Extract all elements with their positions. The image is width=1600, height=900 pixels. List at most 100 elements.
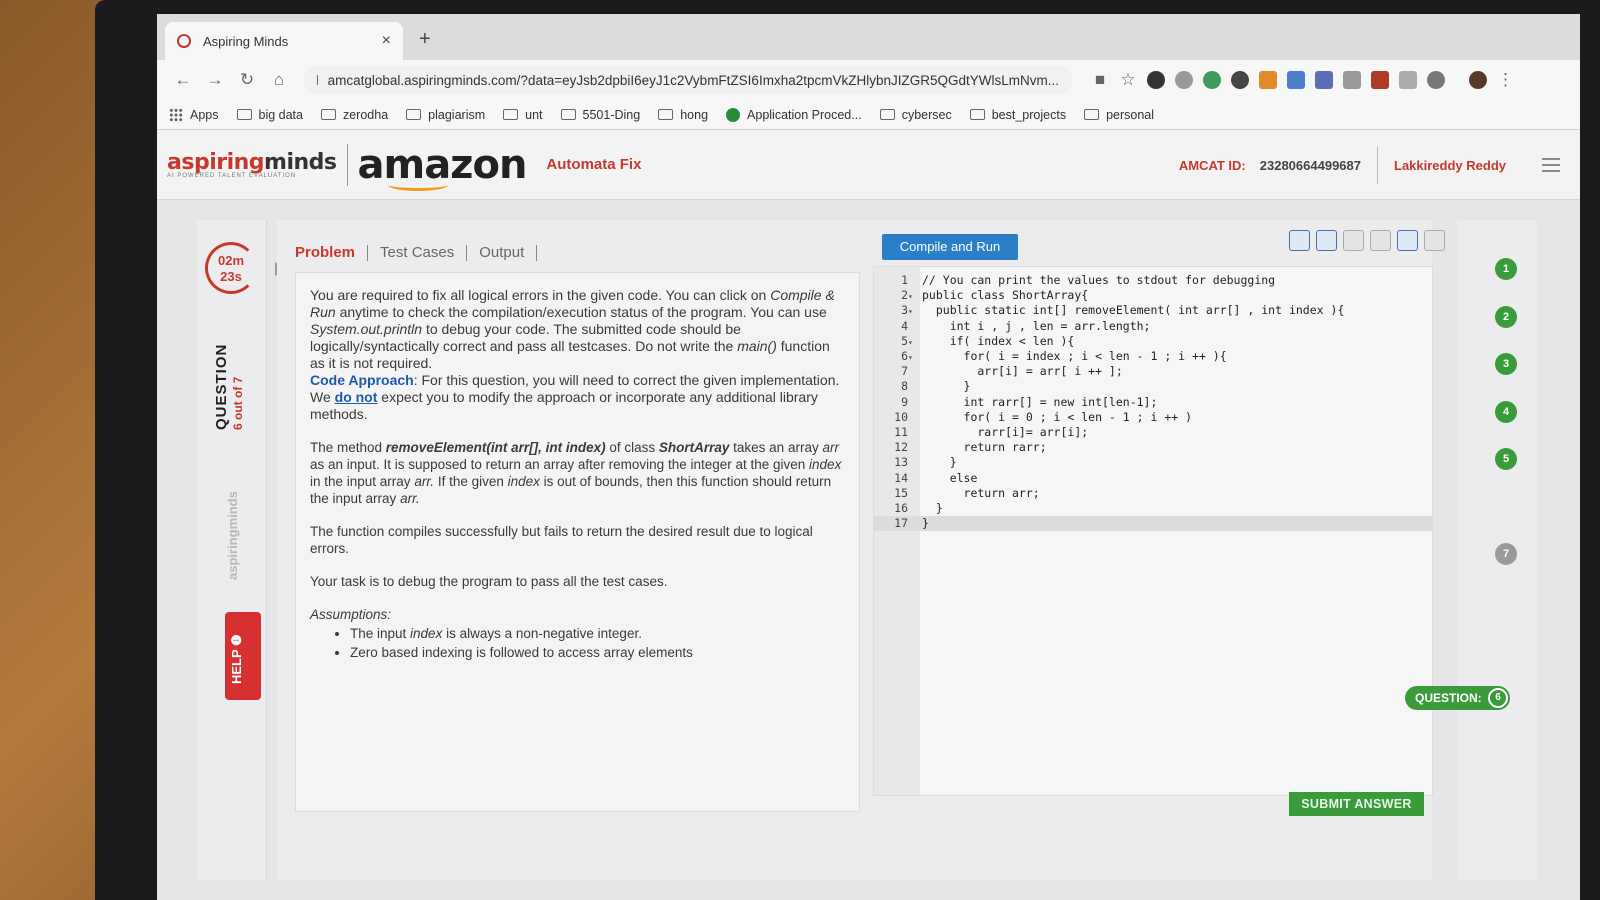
- menu-kebab-icon[interactable]: ⋮: [1497, 70, 1514, 90]
- bookmark-folder[interactable]: 5501-Ding: [560, 108, 640, 122]
- code-line[interactable]: 12 return rarr;: [874, 440, 1432, 455]
- code-line[interactable]: 6▾ for( i = index ; i < len - 1 ; i ++ )…: [874, 349, 1432, 364]
- submit-answer-button[interactable]: SUBMIT ANSWER: [1289, 792, 1424, 816]
- reset-code-icon[interactable]: [1289, 230, 1310, 251]
- fold-arrow-icon[interactable]: ▾: [908, 335, 920, 350]
- question-3-dot[interactable]: 3: [1495, 353, 1517, 375]
- reload-icon[interactable]: ↻: [231, 70, 263, 90]
- amcat-id-value: 23280664499687: [1259, 157, 1361, 173]
- theme-icon[interactable]: [1343, 230, 1364, 251]
- bookmark-apps[interactable]: Apps: [169, 107, 219, 122]
- browser-tab[interactable]: Aspiring Minds ×: [165, 22, 403, 60]
- tab-problem[interactable]: Problem: [295, 244, 367, 261]
- bookmark-folder[interactable]: best_projects: [969, 108, 1066, 122]
- extension-icon[interactable]: [1203, 71, 1221, 89]
- compile-and-run-button[interactable]: Compile and Run: [882, 234, 1018, 260]
- browser-toolbar: ← → ↻ ⌂ amcatglobal.aspiringminds.com/?d…: [157, 60, 1580, 100]
- code-editor[interactable]: 1 // You can print the values to stdout f…: [873, 266, 1433, 796]
- code-text: }: [922, 455, 957, 470]
- tab-test-cases[interactable]: Test Cases: [368, 244, 466, 261]
- bookmark-link[interactable]: Application Proced...: [726, 107, 862, 122]
- code-line[interactable]: 3▾ public static int[] removeElement( in…: [874, 303, 1432, 318]
- question-5-dot[interactable]: 5: [1495, 448, 1517, 470]
- aspiringminds-logo: aspiringminds AI POWERED TALENT EVALUATI…: [167, 150, 337, 179]
- code-text: rarr[i]= arr[i];: [922, 425, 1089, 439]
- question-4-dot[interactable]: 4: [1495, 400, 1517, 423]
- browser-window: Aspiring Minds × + ← → ↻ ⌂ amcatglobal.a…: [157, 14, 1580, 900]
- question-7-dot[interactable]: 7: [1495, 543, 1517, 565]
- bookmark-folder[interactable]: zerodha: [320, 108, 388, 122]
- help-button[interactable]: HELP ❶: [225, 612, 261, 700]
- close-tab-icon[interactable]: ×: [382, 32, 391, 50]
- code-line[interactable]: 10 for( i = 0 ; i < len - 1 ; i ++ ): [874, 410, 1432, 425]
- star-icon[interactable]: ☆: [1119, 70, 1137, 90]
- extension-icon[interactable]: [1147, 71, 1165, 89]
- editor-toolbar: [1289, 230, 1445, 251]
- code-line[interactable]: 5▾ if( index < len ){: [874, 334, 1432, 349]
- new-tab-button[interactable]: +: [419, 28, 431, 51]
- extension-icon[interactable]: [1343, 71, 1361, 89]
- code-text: int i , j , len = arr.length;: [922, 318, 1151, 333]
- address-bar[interactable]: amcatglobal.aspiringminds.com/?data=eyJs…: [303, 65, 1073, 95]
- code-line[interactable]: 11 rarr[i]= arr[i];: [874, 425, 1432, 440]
- split-vertical-icon[interactable]: [1370, 230, 1391, 251]
- code-line[interactable]: 8 }: [874, 379, 1432, 394]
- code-line[interactable]: 16 }: [874, 501, 1432, 516]
- header-user-info: AMCAT ID: 23280664499687 Lakkireddy Redd…: [1179, 130, 1560, 200]
- extension-icon[interactable]: [1371, 71, 1389, 89]
- bookmark-folder[interactable]: personal: [1084, 108, 1154, 122]
- back-icon[interactable]: ←: [167, 70, 199, 90]
- code-line[interactable]: 15 return arr;: [874, 486, 1432, 501]
- line-number: 15: [894, 485, 908, 500]
- code-line[interactable]: 2▾ public class ShortArray{: [874, 288, 1432, 303]
- panel-tabs: Problem Test Cases Output: [295, 244, 538, 261]
- bookmark-folder[interactable]: big data: [236, 108, 303, 122]
- line-number: 6: [901, 349, 908, 363]
- split-horizontal-icon[interactable]: [1397, 230, 1418, 251]
- camera-icon[interactable]: ■: [1091, 70, 1109, 90]
- extension-icon[interactable]: [1175, 71, 1193, 89]
- code-line[interactable]: 9 int rarr[] = new int[len-1];: [874, 395, 1432, 410]
- extension-icon[interactable]: [1399, 71, 1417, 89]
- line-number: 1: [901, 273, 908, 287]
- code-line[interactable]: 1 // You can print the values to stdout f…: [874, 273, 1432, 288]
- line-number: 10: [894, 409, 908, 424]
- code-text: return arr;: [922, 485, 1040, 500]
- extension-icon[interactable]: [1231, 71, 1249, 89]
- code-line[interactable]: 13 }: [874, 455, 1432, 470]
- bookmark-folder[interactable]: hong: [658, 108, 708, 122]
- extensions-area: ■ ☆ ⋮: [1091, 70, 1514, 90]
- extension-icon[interactable]: [1287, 71, 1305, 89]
- question-1-dot[interactable]: 1: [1495, 258, 1517, 280]
- fold-arrow-icon[interactable]: ▾: [908, 289, 920, 304]
- assumptions-list: The input index is always a non-negative…: [350, 625, 845, 661]
- tab-output[interactable]: Output: [467, 244, 536, 261]
- bookmark-folder[interactable]: unt: [503, 108, 543, 122]
- code-line[interactable]: 14 else: [874, 471, 1432, 486]
- extension-icon[interactable]: [1315, 71, 1333, 89]
- forward-icon[interactable]: →: [199, 70, 231, 90]
- line-number: 2: [901, 288, 908, 303]
- code-line[interactable]: 17}: [874, 516, 1432, 532]
- profile-avatar-icon[interactable]: [1469, 71, 1487, 89]
- task-note: Your task is to debug the program to pas…: [310, 574, 668, 589]
- assumptions-heading: Assumptions:: [310, 607, 392, 622]
- bookmark-folder[interactable]: plagiarism: [406, 108, 485, 122]
- save-icon[interactable]: [1316, 230, 1337, 251]
- list-item: The input index is always a non-negative…: [350, 625, 845, 642]
- home-icon[interactable]: ⌂: [263, 70, 295, 90]
- code-line[interactable]: 4 int i , j , len = arr.length;: [874, 319, 1432, 334]
- extension-icon[interactable]: [1427, 71, 1445, 89]
- fullscreen-icon[interactable]: [1424, 230, 1445, 251]
- code-line[interactable]: 7 arr[i] = arr[ i ++ ];: [874, 364, 1432, 379]
- bookmark-folder[interactable]: cybersec: [879, 108, 952, 122]
- fold-arrow-icon[interactable]: ▾: [908, 350, 920, 365]
- extension-icon[interactable]: [1259, 71, 1277, 89]
- site-favicon-icon: [726, 107, 741, 122]
- current-question-indicator[interactable]: QUESTION: 6: [1405, 686, 1510, 710]
- fold-arrow-icon[interactable]: ▾: [908, 304, 920, 319]
- hamburger-menu-icon[interactable]: [1542, 158, 1560, 172]
- code-text: for( i = index ; i < len - 1 ; i ++ ){: [922, 349, 1227, 363]
- question-2-dot[interactable]: 2: [1495, 305, 1517, 328]
- tab-divider: [536, 244, 538, 261]
